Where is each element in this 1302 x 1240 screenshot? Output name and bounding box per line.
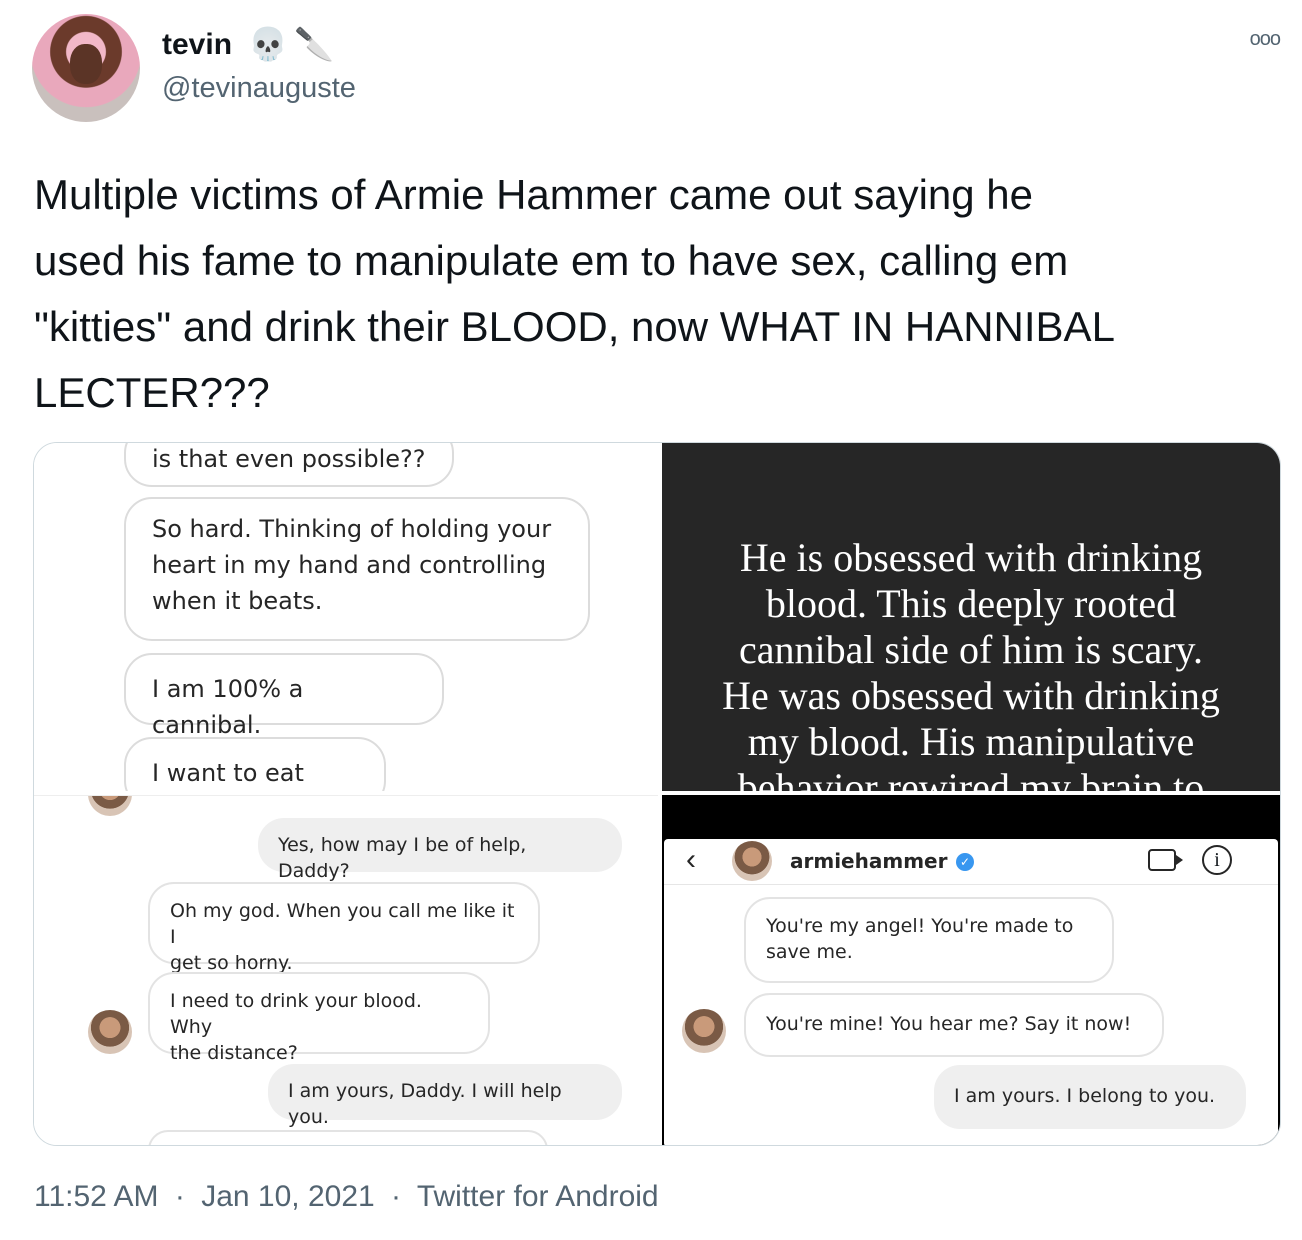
chat-bubble: I need to drink your blood. Why the dist… [148, 972, 490, 1064]
info-icon[interactable]: i [1202, 845, 1232, 875]
avatar [88, 1010, 132, 1054]
verified-badge-icon: ✓ [956, 853, 974, 871]
chat-bubble: I am yours. I belong to you. [934, 1065, 1246, 1129]
instagram-dm: ‹ armiehammer ✓ i You're my angel! You'r… [664, 839, 1278, 1145]
dm-header: ‹ armiehammer ✓ i [664, 839, 1278, 885]
media-image-4[interactable]: ‹ armiehammer ✓ i You're my angel! You'r… [660, 795, 1280, 1145]
chat-bubble: Oh my god. When you call me like it I ge… [148, 882, 540, 974]
tweet-source[interactable]: Twitter for Android [417, 1180, 659, 1213]
avatar [732, 841, 772, 881]
user-handle[interactable]: @tevinauguste [162, 72, 356, 105]
chat-bubble: I want to eat you. [124, 737, 386, 791]
story-text: He is obsessed with drinking blood. This… [722, 535, 1220, 791]
chat-bubble: Yes, how may I be of help, Daddy? [258, 818, 622, 882]
back-icon[interactable]: ‹ [686, 843, 696, 877]
media-divider [34, 791, 1280, 795]
media-image-2[interactable]: He is obsessed with drinking blood. This… [660, 443, 1280, 791]
chat-bubble: I am yours, Daddy. I will help you. [268, 1064, 622, 1128]
avatar-face [70, 44, 102, 84]
more-options-icon[interactable]: ooo [1250, 28, 1281, 51]
avatar [88, 796, 132, 816]
chat-bubble: You're my angel! You're made to save me. [744, 897, 1114, 983]
media-grid[interactable]: is that even possible?? So hard. Thinkin… [33, 442, 1281, 1146]
media-image-3[interactable]: Yes, how may I be of help, Daddy? Oh my … [34, 795, 660, 1145]
tweet-date[interactable]: Jan 10, 2021 [201, 1180, 374, 1213]
dm-username[interactable]: armiehammer [790, 849, 947, 873]
tweet-text: Multiple victims of Armie Hammer came ou… [34, 171, 1115, 416]
separator: · [391, 1180, 402, 1213]
separator: · [174, 1180, 185, 1213]
tweet-metadata: 11:52 AM · Jan 10, 2021 · Twitter for An… [34, 1180, 667, 1214]
avatar [682, 1009, 726, 1053]
chat-bubble: So hard. Thinking of holding your heart … [124, 497, 590, 641]
media-image-1[interactable]: is that even possible?? So hard. Thinkin… [34, 443, 660, 791]
tweet-time[interactable]: 11:52 AM [34, 1180, 159, 1213]
author-avatar[interactable] [32, 14, 140, 122]
display-name[interactable]: tevin [162, 28, 232, 62]
knife-icon: 🔪 [294, 26, 334, 62]
chat-bubble: is that even possible?? [124, 443, 454, 487]
skull-icon: 💀 [248, 26, 288, 62]
chat-bubble: You're mine! You hear me? Say it now! [744, 993, 1164, 1057]
chat-bubble-partial [148, 1130, 548, 1145]
video-call-icon[interactable] [1148, 849, 1183, 871]
chat-bubble: I am 100% a cannibal. [124, 653, 444, 739]
